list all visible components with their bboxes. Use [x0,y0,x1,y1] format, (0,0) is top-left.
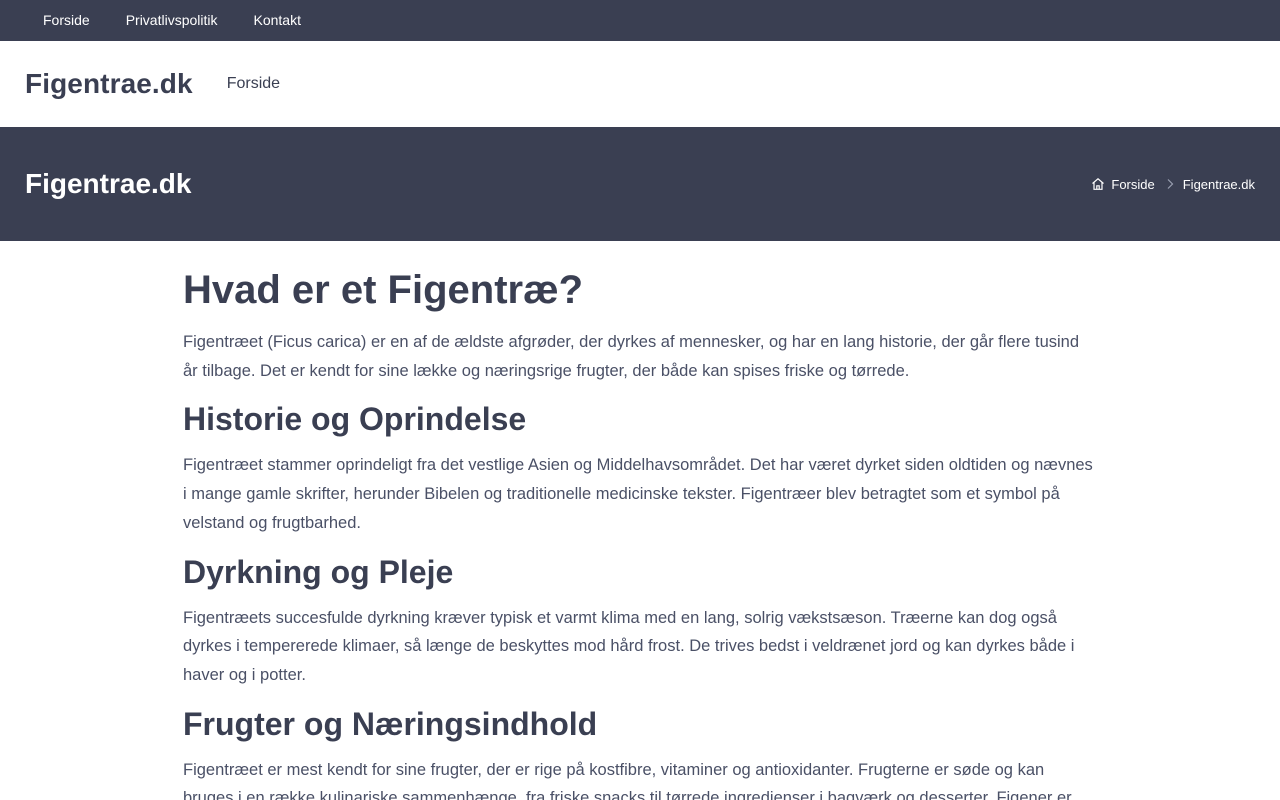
home-icon [1091,177,1105,191]
page-title: Figentrae.dk [25,168,192,199]
top-bar: Forside Privatlivspolitik Kontakt [0,0,1280,41]
main-nav-forside[interactable]: Forside [227,75,280,93]
article-content: Hvad er et Figentræ? Figentræet (Ficus c… [183,241,1097,800]
section-heading-dyrkning: Dyrkning og Pleje [183,553,454,590]
breadcrumb-home-link[interactable]: Forside [1111,177,1154,192]
chevron-right-icon [1165,178,1175,190]
site-header: Figentrae.dk Forside [0,41,1280,127]
topbar-link-kontakt[interactable]: Kontakt [236,0,319,41]
breadcrumb-current: Figentrae.dk [1182,176,1255,192]
site-logo[interactable]: Figentrae.dk [25,68,193,100]
section-heading-frugter: Frugter og Næringsindhold [183,705,598,742]
section-heading-historie: Historie og Oprindelse [183,401,527,438]
section-text-dyrkning: Figentræets succesfulde dyrkning kræver … [183,608,1075,684]
section-text-frugter: Figentræet er mest kendt for sine frugte… [183,760,1072,800]
breadcrumb: Forside Figentrae.dk [1091,177,1255,192]
article-intro: Figentræet (Ficus carica) er en af de æl… [183,333,1080,380]
article-title: Hvad er et Figentræ? [183,268,584,312]
section-text-historie: Figentræet stammer oprindeligt fra det v… [183,456,1093,532]
topbar-link-privatlivspolitik[interactable]: Privatlivspolitik [108,0,236,41]
topbar-link-forside[interactable]: Forside [25,0,108,41]
page-hero: Figentrae.dk Forside Figentrae.dk [0,127,1280,241]
